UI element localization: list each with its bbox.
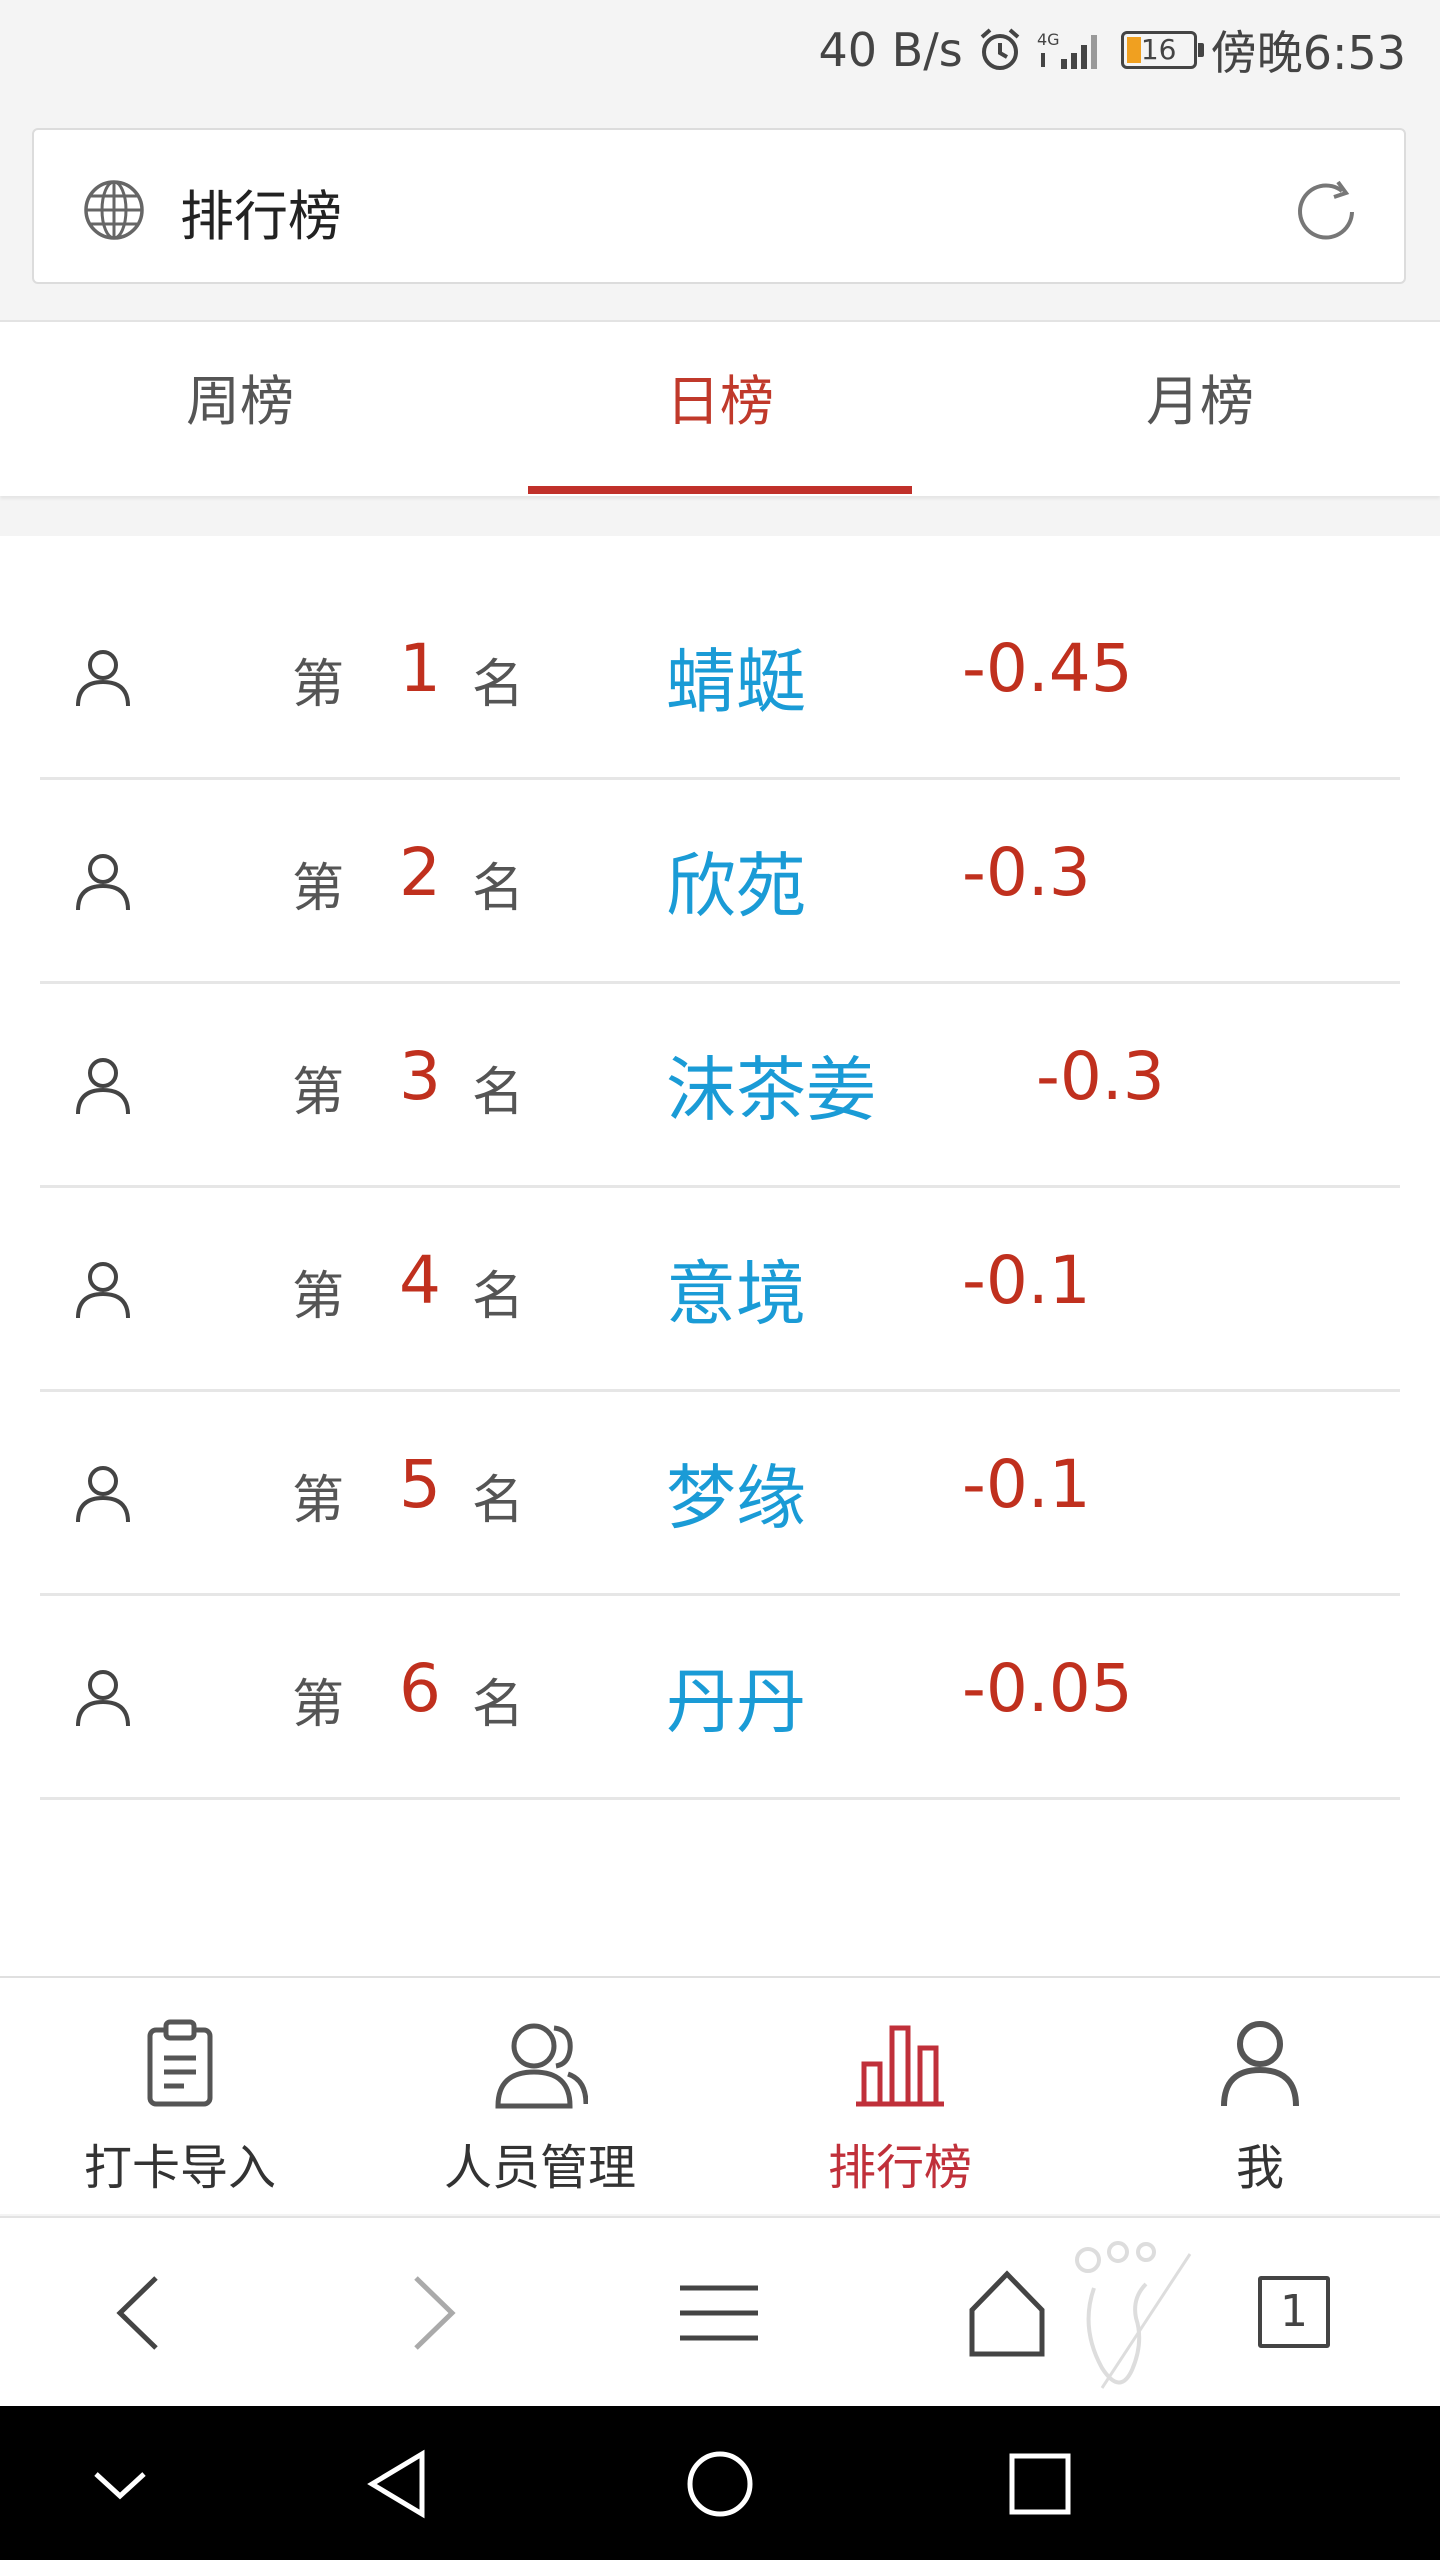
ranking-row-2[interactable]: 第 2 名 欣苑 -0.3	[40, 780, 1400, 984]
back-icon[interactable]	[86, 2258, 196, 2368]
ranking-row-3[interactable]: 第 3 名 沫茶姜 -0.3	[40, 984, 1400, 1188]
ranking-row-5[interactable]: 第 5 名 梦缘 -0.1	[40, 1392, 1400, 1596]
browser-toolbar: 1	[0, 2216, 1440, 2406]
member-score: -0.3	[962, 834, 1091, 911]
rank-number: 6	[399, 1650, 441, 1727]
nav-label: 打卡导入	[83, 2140, 276, 2196]
user-icon	[76, 1466, 130, 1523]
member-score: -0.1	[962, 1446, 1091, 1523]
system-recents-icon[interactable]	[1000, 2444, 1080, 2524]
rank-prefix: 第	[292, 1675, 345, 1735]
rank-number: 4	[399, 1242, 441, 1319]
menu-icon[interactable]	[664, 2258, 774, 2368]
tabs-button[interactable]: 1	[1240, 2258, 1350, 2368]
member-name[interactable]: 意境	[666, 1238, 806, 1339]
rank-number: 3	[399, 1038, 441, 1115]
nav-checkin-import[interactable]: 打卡导入	[0, 1978, 360, 2216]
svg-text:4G: 4G	[1037, 30, 1060, 49]
address-bar[interactable]: 排行榜	[32, 128, 1406, 284]
rank-suffix: 名	[472, 655, 525, 715]
clock: 傍晚6:53	[1210, 26, 1406, 80]
member-name[interactable]: 欣苑	[666, 830, 806, 931]
status-right: 40 B/s 4G 16 傍晚6:53	[819, 18, 1407, 82]
system-back-icon[interactable]	[360, 2444, 440, 2524]
tab-monthly[interactable]: 月榜	[960, 322, 1440, 496]
nav-ranking[interactable]: 排行榜	[720, 1978, 1080, 2216]
people-icon	[495, 2023, 588, 2109]
refresh-icon[interactable]	[1290, 174, 1366, 250]
rank-suffix: 名	[472, 1063, 525, 1123]
ranking-list: 第 1 名 蜻蜓 -0.45 第 2 名 欣苑 -0.3 第 3 名 沫茶姜 -…	[0, 536, 1440, 1976]
net-speed: 40 B/s	[818, 23, 963, 77]
rank-number: 5	[399, 1446, 441, 1523]
rank-prefix: 第	[292, 1471, 345, 1531]
active-tab-indicator	[528, 486, 912, 494]
rank-number: 1	[399, 630, 441, 707]
tab-daily[interactable]: 日榜	[480, 322, 960, 496]
home-icon[interactable]	[952, 2258, 1062, 2368]
bar-chart-icon	[856, 2025, 944, 2107]
rank-prefix: 第	[292, 655, 345, 715]
member-score: -0.05	[962, 1650, 1133, 1727]
rank-suffix: 名	[472, 1675, 525, 1735]
bottom-nav: 打卡导入 人员管理 排行榜 我	[0, 1976, 1440, 2214]
system-home-icon[interactable]	[680, 2444, 760, 2524]
user-icon	[76, 854, 130, 911]
footprint-watermark-icon	[1075, 2241, 1192, 2389]
globe-icon	[84, 180, 144, 240]
rank-prefix: 第	[292, 1267, 345, 1327]
person-icon	[1221, 2021, 1299, 2107]
nav-label: 我	[1235, 2140, 1284, 2196]
user-icon	[76, 1058, 130, 1115]
ranking-row-4[interactable]: 第 4 名 意境 -0.1	[40, 1188, 1400, 1392]
ranking-row-6[interactable]: 第 6 名 丹丹 -0.05	[40, 1596, 1400, 1800]
status-bar: 40 B/s 4G 16 傍晚6:53	[0, 0, 1440, 100]
user-icon	[76, 1670, 130, 1727]
nav-label: 排行榜	[827, 2140, 972, 2196]
system-nav-bar	[0, 2406, 1440, 2560]
rank-suffix: 名	[472, 1267, 525, 1327]
rank-prefix: 第	[292, 859, 345, 919]
hide-keyboard-icon[interactable]	[80, 2444, 160, 2524]
page-title: 排行榜	[180, 185, 342, 248]
alarm-icon	[980, 28, 1020, 70]
rank-prefix: 第	[292, 1063, 345, 1123]
member-score: -0.1	[962, 1242, 1091, 1319]
clipboard-icon	[147, 2019, 213, 2107]
tab-count: 1	[1258, 2276, 1330, 2348]
user-icon	[76, 650, 130, 707]
member-name[interactable]: 沫茶姜	[666, 1034, 876, 1135]
member-name[interactable]: 丹丹	[666, 1646, 806, 1747]
rank-suffix: 名	[472, 859, 525, 919]
battery-icon: 16	[1120, 31, 1204, 69]
ranking-row-1[interactable]: 第 1 名 蜻蜓 -0.45	[40, 576, 1400, 780]
nav-label: 人员管理	[443, 2140, 636, 2196]
nav-staff-management[interactable]: 人员管理	[360, 1978, 720, 2216]
member-score: -0.3	[1036, 1038, 1165, 1115]
ranking-tabs: 周榜 日榜 月榜	[0, 320, 1440, 496]
battery-level: 16	[1140, 33, 1177, 66]
member-score: -0.45	[962, 630, 1133, 707]
user-icon	[76, 1262, 130, 1319]
signal-icon: 4G	[1037, 30, 1097, 69]
rank-number: 2	[399, 834, 441, 911]
member-name[interactable]: 蜻蜓	[666, 626, 806, 727]
forward-icon[interactable]	[376, 2258, 486, 2368]
rank-suffix: 名	[472, 1471, 525, 1531]
member-name[interactable]: 梦缘	[666, 1442, 806, 1543]
nav-me[interactable]: 我	[1080, 1978, 1440, 2216]
tab-weekly[interactable]: 周榜	[0, 322, 480, 496]
